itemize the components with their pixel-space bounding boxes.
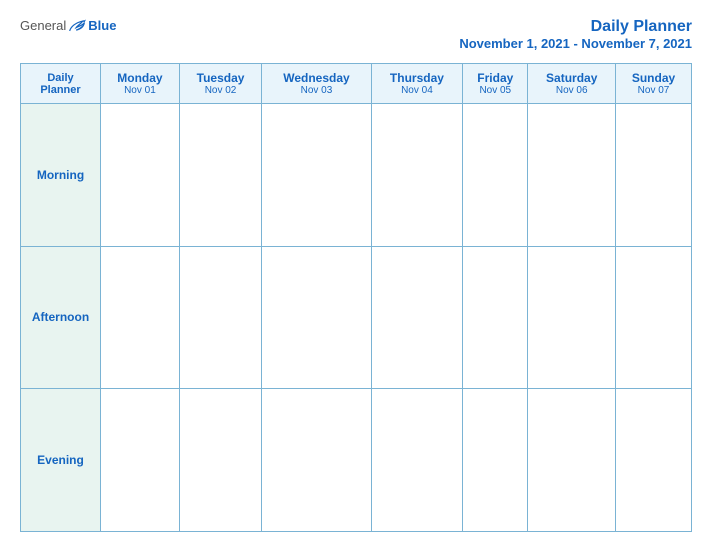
cell-evening-wednesday[interactable] [262,389,371,532]
label-header-line1: Daily [47,72,73,84]
cell-evening-saturday[interactable] [528,389,616,532]
cell-afternoon-saturday[interactable] [528,246,616,389]
logo-general-text: General [20,18,66,33]
date-nov04: Nov 04 [376,85,458,96]
col-header-saturday: Saturday Nov 06 [528,64,616,104]
cell-evening-sunday[interactable] [616,389,692,532]
day-saturday: Saturday [532,71,611,85]
date-nov03: Nov 03 [266,85,366,96]
cell-afternoon-friday[interactable] [463,246,528,389]
col-header-tuesday: Tuesday Nov 02 [179,64,261,104]
cell-evening-tuesday[interactable] [179,389,261,532]
cell-morning-thursday[interactable] [371,104,462,247]
logo-blue-text: Blue [88,18,116,33]
cell-afternoon-thursday[interactable] [371,246,462,389]
row-afternoon: Afternoon [21,246,692,389]
label-evening: Evening [21,389,101,532]
cell-afternoon-wednesday[interactable] [262,246,371,389]
col-header-friday: Friday Nov 05 [463,64,528,104]
label-header-line2: Planner [40,84,80,96]
cell-afternoon-sunday[interactable] [616,246,692,389]
date-nov02: Nov 02 [184,85,257,96]
cell-afternoon-tuesday[interactable] [179,246,261,389]
label-afternoon: Afternoon [21,246,101,389]
row-morning: Morning [21,104,692,247]
cell-evening-monday[interactable] [101,389,180,532]
date-range: November 1, 2021 - November 7, 2021 [459,36,692,51]
header: General Blue Daily Planner November 1, 2… [20,18,692,51]
date-nov05: Nov 05 [467,85,523,96]
daily-planner-page: General Blue Daily Planner November 1, 2… [0,0,712,550]
cell-evening-friday[interactable] [463,389,528,532]
table-header-row: Daily Planner Monday Nov 01 Tuesday Nov … [21,64,692,104]
cell-morning-saturday[interactable] [528,104,616,247]
col-header-sunday: Sunday Nov 07 [616,64,692,104]
logo: General Blue [20,18,116,33]
cell-morning-wednesday[interactable] [262,104,371,247]
row-evening: Evening [21,389,692,532]
day-thursday: Thursday [376,71,458,85]
col-header-wednesday: Wednesday Nov 03 [262,64,371,104]
col-header-thursday: Thursday Nov 04 [371,64,462,104]
cell-evening-thursday[interactable] [371,389,462,532]
cell-morning-friday[interactable] [463,104,528,247]
date-nov07: Nov 07 [620,85,687,96]
cell-morning-sunday[interactable] [616,104,692,247]
day-friday: Friday [467,71,523,85]
logo-bird-icon [68,19,86,33]
day-sunday: Sunday [620,71,687,85]
date-nov06: Nov 06 [532,85,611,96]
day-wednesday: Wednesday [266,71,366,85]
date-nov01: Nov 01 [105,85,175,96]
cell-morning-tuesday[interactable] [179,104,261,247]
planner-table: Daily Planner Monday Nov 01 Tuesday Nov … [20,63,692,532]
cell-morning-monday[interactable] [101,104,180,247]
label-morning: Morning [21,104,101,247]
day-tuesday: Tuesday [184,71,257,85]
day-monday: Monday [105,71,175,85]
cell-afternoon-monday[interactable] [101,246,180,389]
logo-area: General Blue [20,18,116,33]
title-area: Daily Planner November 1, 2021 - Novembe… [459,18,692,51]
table-label-header: Daily Planner [21,64,101,104]
col-header-monday: Monday Nov 01 [101,64,180,104]
planner-title: Daily Planner [459,18,692,36]
